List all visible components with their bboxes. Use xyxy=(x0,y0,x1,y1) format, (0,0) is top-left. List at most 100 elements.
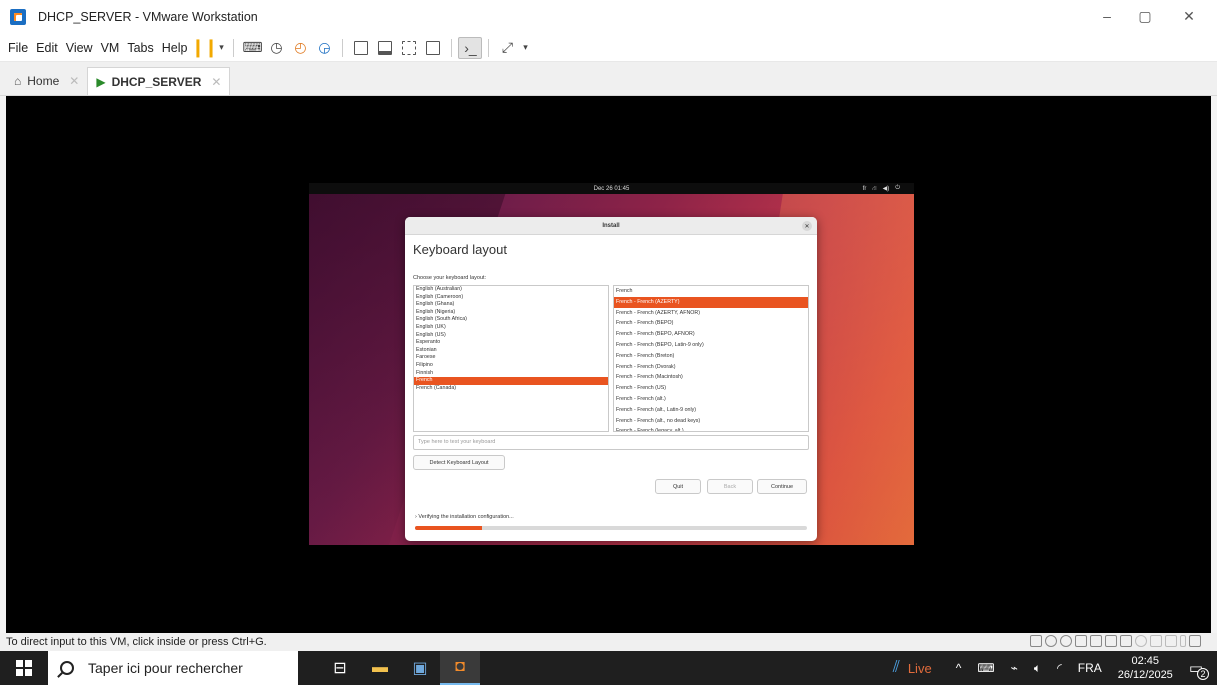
quit-button[interactable]: Quit xyxy=(655,479,701,494)
pause-dropdown-icon[interactable]: ▾ xyxy=(215,37,227,59)
variant-list-item[interactable]: French - French (legacy, alt.) xyxy=(614,426,808,431)
close-tab-icon[interactable]: ✕ xyxy=(211,75,221,89)
variant-list-item[interactable]: French - French (Macintosh) xyxy=(614,372,808,383)
floppy-icon[interactable] xyxy=(1075,635,1087,647)
console-view-icon[interactable]: ›_ xyxy=(458,36,483,59)
language-list-item[interactable]: English (UK) xyxy=(414,324,608,332)
variant-list-item[interactable]: French - French (BEPO) xyxy=(614,318,808,329)
variant-list-item[interactable]: French - French (AZERTY, AFNOR) xyxy=(614,308,808,319)
live-icon[interactable]: ⫽ xyxy=(893,659,900,677)
minimize-button[interactable]: – xyxy=(1096,6,1118,26)
volume-icon[interactable]: ◀) xyxy=(883,185,890,192)
power-icon[interactable]: ⏻ xyxy=(895,185,900,192)
snapshot-icon[interactable]: ◷ xyxy=(264,37,288,59)
layout-prompt: Choose your keyboard layout: xyxy=(413,275,487,281)
keyboard-icon[interactable]: ⌨ xyxy=(977,661,994,675)
vmware-taskbar-icon[interactable]: ◘ xyxy=(440,651,480,685)
variant-list-item[interactable]: French - French (US) xyxy=(614,383,808,394)
library-view-icon[interactable] xyxy=(349,37,373,59)
taskbar-search[interactable]: Taper ici pour rechercher xyxy=(48,651,298,685)
close-button[interactable]: ✕ xyxy=(1178,6,1200,26)
maximize-button[interactable]: ▢ xyxy=(1134,6,1156,26)
thumbnail-view-icon[interactable] xyxy=(373,37,397,59)
stretch-dropdown-icon[interactable]: ▾ xyxy=(519,37,531,59)
send-keys-icon[interactable]: ⌨ xyxy=(240,37,264,59)
input-language[interactable]: FRA xyxy=(1078,661,1102,675)
language-list-item[interactable]: Filipino xyxy=(414,362,608,370)
language-list-item[interactable]: English (Ghana) xyxy=(414,301,608,309)
chevron-up-icon[interactable]: ^ xyxy=(956,661,962,675)
start-button[interactable] xyxy=(0,651,48,685)
snapshot-manager-icon[interactable]: ◶ xyxy=(312,37,336,59)
stretch-guest-icon[interactable]: ⤢ xyxy=(495,37,519,59)
sound-card-icon[interactable] xyxy=(1120,635,1132,647)
task-view-icon[interactable]: ⊟ xyxy=(320,651,360,685)
menu-edit[interactable]: Edit xyxy=(32,41,62,55)
message-log-icon[interactable] xyxy=(1189,635,1201,647)
variant-list-item[interactable]: French - French (AZERTY) xyxy=(614,296,808,308)
app-icon[interactable]: ▣ xyxy=(400,651,440,685)
camera-icon[interactable] xyxy=(1135,635,1147,647)
display-icon[interactable] xyxy=(1180,635,1186,647)
guest-clock[interactable]: Dec 26 01:45 xyxy=(594,186,630,192)
menu-help[interactable]: Help xyxy=(158,41,192,55)
full-screen-icon[interactable] xyxy=(397,37,421,59)
close-icon[interactable]: ✕ xyxy=(802,221,812,231)
language-list-item[interactable]: Finnish xyxy=(414,370,608,378)
wifi-icon[interactable]: ◜ xyxy=(1057,661,1062,675)
variant-list-item[interactable]: French - French (alt., no dead keys) xyxy=(614,416,808,427)
cd-dvd-icon[interactable] xyxy=(1045,635,1057,647)
language-list-item[interactable]: Esperanto xyxy=(414,339,608,347)
printer-icon[interactable] xyxy=(1165,635,1177,647)
usb-icon[interactable] xyxy=(1150,635,1162,647)
tab-home[interactable]: ⌂ Home ✕ xyxy=(6,67,87,95)
chevron-right-icon: › xyxy=(415,514,417,520)
variant-list-item[interactable]: French - French (BEPO, Latin-9 only) xyxy=(614,340,808,351)
toolbar-divider xyxy=(342,38,344,57)
variant-list-item[interactable]: French - French (Dvorak) xyxy=(614,362,808,373)
hard-disk-icon[interactable] xyxy=(1030,635,1042,647)
network-icon[interactable]: ⛙ xyxy=(872,185,876,193)
language-list-item[interactable]: English (South Africa) xyxy=(414,316,608,324)
language-list-item[interactable]: French (Canada) xyxy=(414,385,608,393)
speaker-icon[interactable]: 🔈︎ xyxy=(1034,661,1041,676)
language-list[interactable]: English (Australian) English (Cameroon) En… xyxy=(413,285,609,432)
network-adapter-icon[interactable] xyxy=(1090,635,1102,647)
menu-view[interactable]: View xyxy=(62,41,97,55)
detect-layout-button[interactable]: Detect Keyboard Layout xyxy=(413,455,505,470)
pause-icon[interactable]: ❙❙ xyxy=(190,37,218,59)
menu-vm[interactable]: VM xyxy=(97,41,124,55)
variant-list-item[interactable]: French - French (alt.) xyxy=(614,394,808,405)
file-explorer-icon[interactable]: ▬ xyxy=(360,651,400,685)
language-list-item[interactable]: Faroese xyxy=(414,354,608,362)
notifications-icon[interactable]: ▭ 2 xyxy=(1189,659,1209,680)
variant-list[interactable]: French French - French (AZERTY) French - F… xyxy=(613,285,809,432)
language-list-item[interactable]: Estonian xyxy=(414,347,608,355)
variant-list-item[interactable]: French - French (BEPO, AFNOR) xyxy=(614,329,808,340)
live-label[interactable]: Live xyxy=(908,661,932,676)
menu-file[interactable]: File xyxy=(4,41,32,55)
variant-list-item[interactable]: French - French (Breton) xyxy=(614,351,808,362)
tab-dhcp-server[interactable]: ▶ DHCP_SERVER ✕ xyxy=(87,67,231,95)
keyboard-test-input[interactable]: Type here to test your keyboard xyxy=(413,435,809,450)
language-list-item[interactable]: English (Nigeria) xyxy=(414,309,608,317)
guest-screen[interactable]: Dec 26 01:45 fr ⛙ ◀) ⏻ Install ✕ Keyboar… xyxy=(309,183,914,545)
system-clock[interactable]: 02:45 26/12/2025 xyxy=(1118,654,1173,682)
cd-dvd-icon[interactable] xyxy=(1060,635,1072,647)
vm-console[interactable]: Dec 26 01:45 fr ⛙ ◀) ⏻ Install ✕ Keyboar… xyxy=(6,96,1211,633)
language-list-item[interactable]: English (Cameroon) xyxy=(414,294,608,302)
unity-icon[interactable] xyxy=(421,37,445,59)
variant-list-item[interactable]: French - French (alt., Latin-9 only) xyxy=(614,405,808,416)
menu-tabs[interactable]: Tabs xyxy=(123,41,157,55)
back-button[interactable]: Back xyxy=(707,479,753,494)
battery-icon[interactable]: ⌁ xyxy=(1011,661,1018,675)
variant-list-item[interactable]: French xyxy=(614,286,808,297)
network-adapter-icon[interactable] xyxy=(1105,635,1117,647)
keyboard-indicator[interactable]: fr xyxy=(863,186,867,192)
revert-snapshot-icon[interactable]: ◴ xyxy=(288,37,312,59)
continue-button[interactable]: Continue xyxy=(757,479,807,494)
language-list-item[interactable]: French xyxy=(414,377,608,385)
language-list-item[interactable]: English (Australian) xyxy=(414,286,608,294)
close-tab-icon[interactable]: ✕ xyxy=(69,74,79,88)
language-list-item[interactable]: English (US) xyxy=(414,332,608,340)
